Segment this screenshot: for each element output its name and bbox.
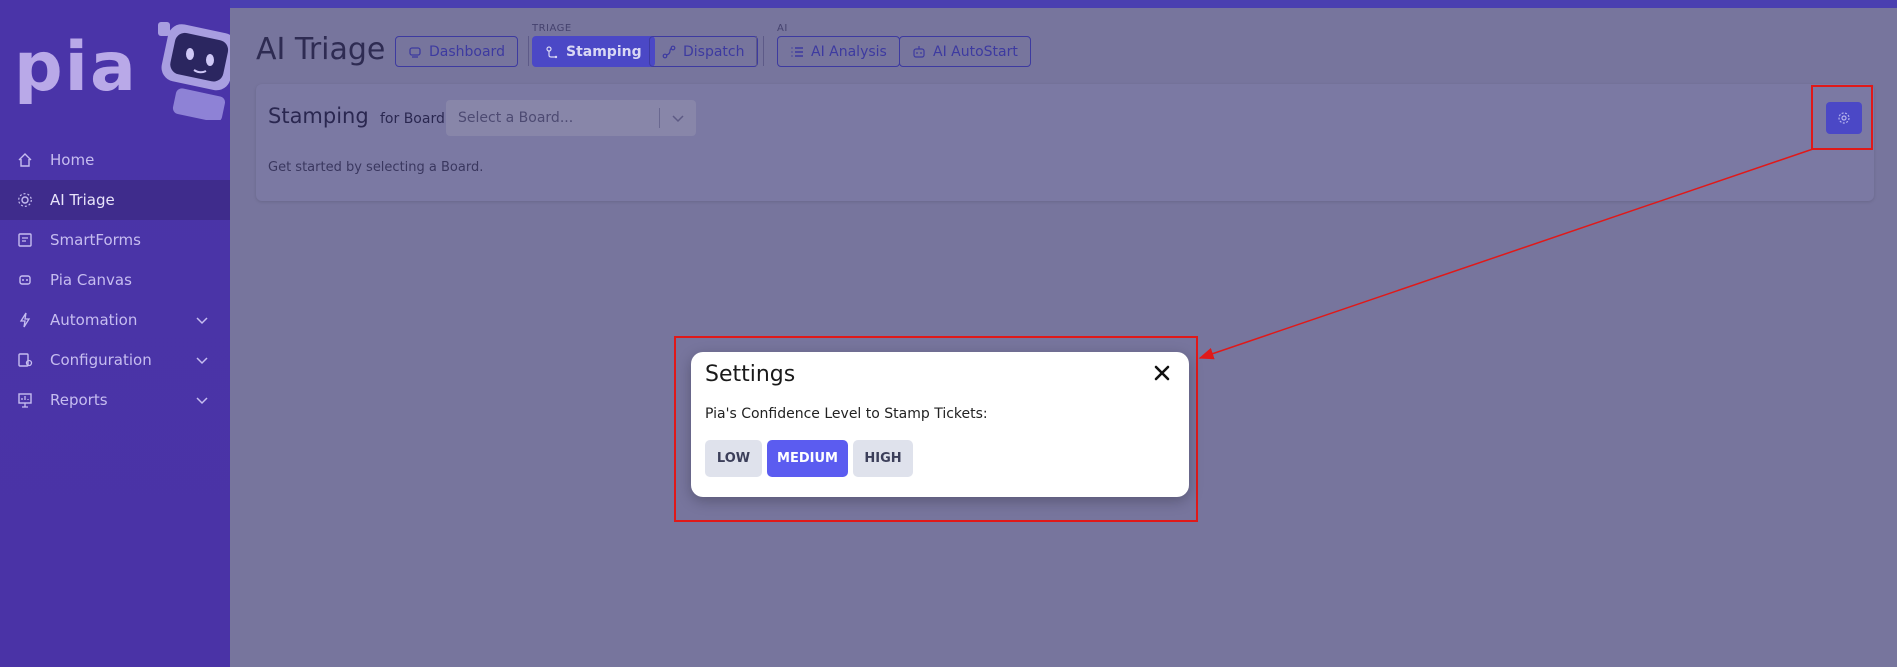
sidebar-item-label: Reports <box>50 391 108 409</box>
dashboard-label: Dashboard <box>429 43 505 60</box>
robot-mascot-icon <box>158 22 230 120</box>
logo-area: pia <box>0 0 230 140</box>
stamp-icon <box>545 45 559 59</box>
chevron-down-icon[interactable] <box>194 312 210 328</box>
chevron-down-icon[interactable] <box>194 392 210 408</box>
sidebar-item-label: Configuration <box>50 351 152 369</box>
stamping-label: Stamping <box>566 43 642 60</box>
for-board-label: for Board <box>380 111 445 127</box>
confidence-low-button[interactable]: LOW <box>705 440 762 477</box>
sidebar-item-label: Pia Canvas <box>50 271 132 289</box>
divider <box>756 36 757 66</box>
pia-logo: pia <box>14 28 138 107</box>
sidebar-item-home[interactable]: Home <box>0 140 230 180</box>
triage-icon <box>16 191 34 209</box>
configuration-icon <box>16 351 34 369</box>
ai-autostart-label: AI AutoStart <box>933 43 1018 60</box>
ai-group-label: AI <box>777 23 788 34</box>
page-title: AI Triage <box>256 32 386 67</box>
dispatch-label: Dispatch <box>683 43 745 60</box>
top-accent-bar <box>230 0 1897 8</box>
list-icon <box>790 45 804 59</box>
card-hint: Get started by selecting a Board. <box>268 160 484 175</box>
home-icon <box>16 151 34 169</box>
card-title: Stamping <box>268 104 369 128</box>
annotation-highlight-settings-button <box>1811 85 1873 150</box>
divider <box>528 36 529 66</box>
sidebar-item-label: AI Triage <box>50 191 115 209</box>
sidebar-item-label: Automation <box>50 311 138 329</box>
sidebar-item-smartforms[interactable]: SmartForms <box>0 220 230 260</box>
ai-analysis-button[interactable]: AI Analysis <box>777 36 900 67</box>
sidebar-item-label: SmartForms <box>50 231 141 249</box>
confidence-medium-button[interactable]: MEDIUM <box>767 440 848 477</box>
chevron-down-icon[interactable] <box>670 110 686 126</box>
stamping-button[interactable]: Stamping <box>532 36 655 67</box>
dispatch-button[interactable]: Dispatch <box>649 36 758 67</box>
dispatch-icon <box>662 45 676 59</box>
dashboard-icon <box>408 45 422 59</box>
reports-icon <box>16 391 34 409</box>
triage-group-label: TRIAGE <box>532 23 572 34</box>
sidebar: pia Home AI Triage SmartForms Pia Canvas… <box>0 0 230 667</box>
board-select-placeholder: Select a Board... <box>458 110 574 126</box>
divider <box>763 36 764 66</box>
close-icon[interactable] <box>1153 364 1171 382</box>
confidence-level-label: Pia's Confidence Level to Stamp Tickets: <box>705 406 988 422</box>
stamping-card: Stamping for Board Select a Board... Get… <box>256 84 1874 201</box>
sidebar-item-label: Home <box>50 151 95 169</box>
board-select[interactable]: Select a Board... <box>446 100 696 136</box>
dashboard-button[interactable]: Dashboard <box>395 36 518 67</box>
sidebar-item-configuration[interactable]: Configuration <box>0 340 230 380</box>
robot-icon <box>912 45 926 59</box>
confidence-high-button[interactable]: HIGH <box>853 440 913 477</box>
modal-title: Settings <box>705 362 796 387</box>
ai-analysis-label: AI Analysis <box>811 43 887 60</box>
sidebar-item-pia-canvas[interactable]: Pia Canvas <box>0 260 230 300</box>
settings-modal: Settings Pia's Confidence Level to Stamp… <box>691 352 1189 497</box>
smartforms-icon <box>16 231 34 249</box>
canvas-icon <box>16 271 34 289</box>
ai-autostart-button[interactable]: AI AutoStart <box>899 36 1031 67</box>
lightning-icon <box>16 311 34 329</box>
sidebar-item-automation[interactable]: Automation <box>0 300 230 340</box>
select-divider <box>659 108 660 128</box>
chevron-down-icon[interactable] <box>194 352 210 368</box>
sidebar-item-ai-triage[interactable]: AI Triage <box>0 180 230 220</box>
sidebar-item-reports[interactable]: Reports <box>0 380 230 420</box>
